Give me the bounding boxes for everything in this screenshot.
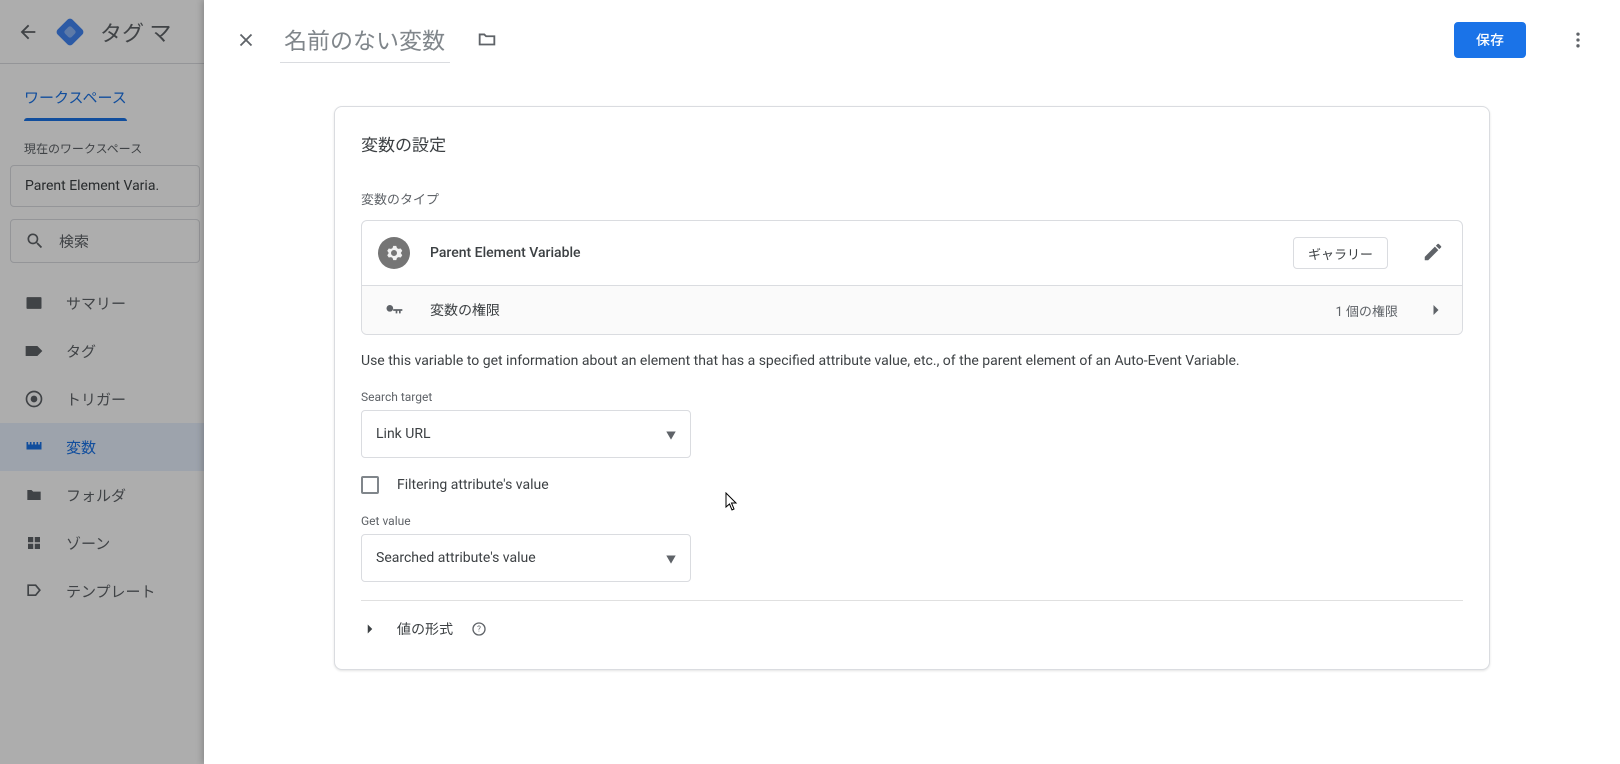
sidebar-item-variables[interactable]: 変数 <box>0 423 210 471</box>
sidebar-item-zones[interactable]: ゾーン <box>0 519 210 567</box>
permissions-row[interactable]: 変数の権限 1 個の権限 <box>362 285 1462 334</box>
filter-checkbox-row[interactable]: Filtering attribute's value <box>361 476 1463 494</box>
search-icon <box>25 231 45 251</box>
sidebar-item-label: テンプレート <box>66 581 156 602</box>
permissions-count: 1 個の権限 <box>1335 301 1398 320</box>
more-menu-button[interactable] <box>1564 26 1592 54</box>
sidebar-item-templates[interactable]: テンプレート <box>0 567 210 615</box>
back-arrow-icon[interactable] <box>16 20 40 44</box>
folder-icon <box>24 485 44 505</box>
type-section-label: 変数のタイプ <box>361 189 1463 208</box>
get-value-select[interactable]: Searched attribute's value ▼ <box>361 534 691 582</box>
variable-description: Use this variable to get information abo… <box>361 351 1463 372</box>
variable-name-input[interactable]: 名前のない変数 <box>280 18 450 63</box>
permissions-label: 変数の権限 <box>430 300 1315 320</box>
divider <box>361 600 1463 601</box>
filter-checkbox-label: Filtering attribute's value <box>397 477 549 493</box>
sidebar-item-triggers[interactable]: トリガー <box>0 375 210 423</box>
help-icon[interactable]: ? <box>471 621 487 637</box>
chevron-down-icon: ▼ <box>666 551 676 566</box>
sidebar-item-label: ゾーン <box>66 533 110 554</box>
search-target-select[interactable]: Link URL ▼ <box>361 410 691 458</box>
chevron-down-icon: ▼ <box>666 427 676 442</box>
sidebar-item-folders[interactable]: フォルダ <box>0 471 210 519</box>
sidebar-item-summary[interactable]: サマリー <box>0 279 210 327</box>
tag-icon <box>24 341 44 361</box>
folder-button[interactable] <box>476 28 500 52</box>
svg-text:?: ? <box>477 625 481 634</box>
variable-icon <box>24 437 44 457</box>
value-format-expander[interactable]: 値の形式 ? <box>361 615 1463 643</box>
zone-icon <box>24 533 44 553</box>
close-button[interactable] <box>232 26 260 54</box>
workspace-selector[interactable]: Parent Element Varia. <box>10 165 200 207</box>
get-value-label: Get value <box>361 514 1463 528</box>
sidebar-item-label: トリガー <box>66 389 126 410</box>
trigger-icon <box>24 389 44 409</box>
chevron-right-icon <box>1426 300 1446 320</box>
edit-icon[interactable] <box>1422 241 1446 265</box>
variable-editor-panel: 名前のない変数 保存 変数の設定 変数のタイプ <box>204 0 1620 764</box>
search-input[interactable]: 検索 <box>10 219 200 263</box>
search-target-label: Search target <box>361 390 1463 404</box>
sidebar-item-label: 変数 <box>66 437 96 458</box>
sidebar-item-tags[interactable]: タグ <box>0 327 210 375</box>
card-title: 変数の設定 <box>335 107 1489 181</box>
sidebar-item-label: サマリー <box>66 293 126 314</box>
filter-checkbox[interactable] <box>361 476 379 494</box>
sidebar-item-label: フォルダ <box>66 485 126 506</box>
search-placeholder: 検索 <box>59 231 89 252</box>
gtm-logo-icon <box>56 18 84 46</box>
variable-type-row: Parent Element Variable ギャラリー <box>362 221 1462 285</box>
workspace-label: 現在のワークスペース <box>0 120 210 165</box>
summary-icon <box>24 293 44 313</box>
app-title: タグ マ <box>100 16 171 48</box>
key-icon <box>378 300 410 320</box>
chevron-right-icon <box>361 620 379 638</box>
variable-type-name: Parent Element Variable <box>430 245 1273 261</box>
gear-icon <box>378 237 410 269</box>
gallery-button[interactable]: ギャラリー <box>1293 237 1388 269</box>
value-format-label: 値の形式 <box>397 619 453 639</box>
search-target-value: Link URL <box>376 426 431 442</box>
get-value-value: Searched attribute's value <box>376 550 536 566</box>
sidebar-item-label: タグ <box>66 341 96 362</box>
save-button[interactable]: 保存 <box>1454 22 1526 58</box>
template-icon <box>24 581 44 601</box>
tab-workspace[interactable]: ワークスペース <box>24 75 127 120</box>
